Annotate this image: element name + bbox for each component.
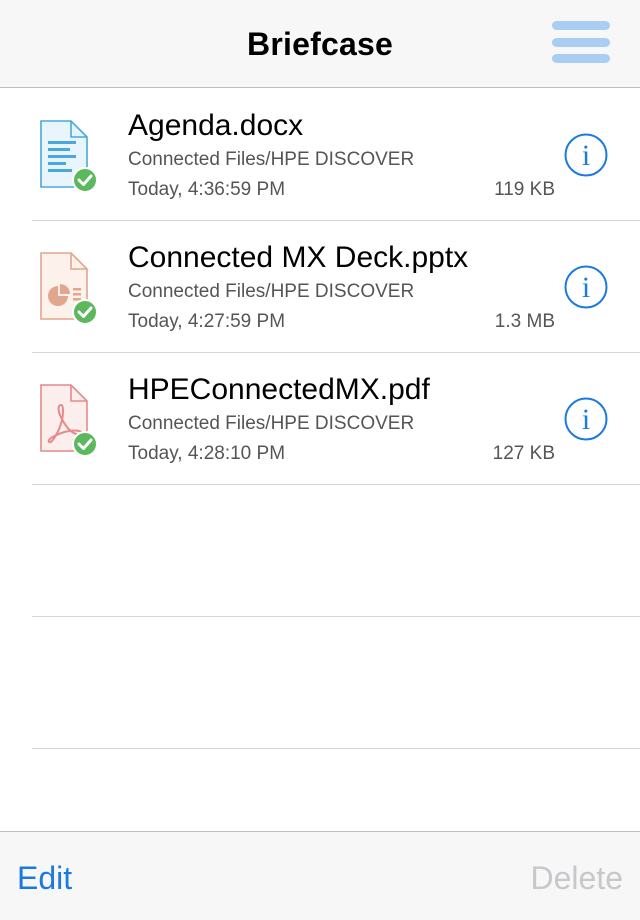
- info-icon[interactable]: i: [564, 265, 608, 309]
- empty-row: [32, 617, 640, 749]
- file-path: Connected Files/HPE DISCOVER: [128, 149, 415, 170]
- svg-text:i: i: [582, 271, 590, 304]
- edit-button[interactable]: Edit: [17, 860, 72, 897]
- file-size: 119 KB: [494, 179, 555, 200]
- file-name: Agenda.docx: [128, 109, 304, 142]
- file-row-connected-mx-deck[interactable]: Connected MX Deck.pptx Connected Files/H…: [32, 221, 640, 353]
- file-size: 1.3 MB: [494, 311, 555, 332]
- file-list: Agenda.docx Connected Files/HPE DISCOVER…: [0, 89, 640, 749]
- synced-check-icon: [72, 167, 98, 193]
- pdf-file-icon: [37, 383, 99, 459]
- info-icon[interactable]: i: [564, 133, 608, 177]
- file-name: HPEConnectedMX.pdf: [128, 373, 430, 406]
- svg-text:i: i: [582, 403, 590, 436]
- briefcase-screen: Briefcase Agenda.docx Connected Files/HP…: [0, 0, 640, 920]
- file-date: Today, 4:27:59 PM: [128, 311, 286, 332]
- docx-file-icon: [37, 119, 99, 195]
- file-name: Connected MX Deck.pptx: [128, 241, 469, 274]
- info-icon[interactable]: i: [564, 397, 608, 441]
- menu-bar: [552, 54, 610, 63]
- svg-text:i: i: [582, 139, 590, 172]
- hamburger-icon[interactable]: [552, 20, 610, 64]
- synced-check-icon: [72, 431, 98, 457]
- file-path: Connected Files/HPE DISCOVER: [128, 413, 415, 434]
- menu-bar: [552, 37, 610, 47]
- empty-row: [32, 485, 640, 617]
- bottom-toolbar: Edit Delete: [0, 831, 640, 920]
- navigation-bar: Briefcase: [0, 0, 640, 88]
- synced-check-icon: [72, 299, 98, 325]
- file-date: Today, 4:36:59 PM: [128, 179, 286, 200]
- file-row-agenda[interactable]: Agenda.docx Connected Files/HPE DISCOVER…: [32, 89, 640, 221]
- delete-button[interactable]: Delete: [531, 860, 624, 897]
- file-row-hpe-connected-mx[interactable]: HPEConnectedMX.pdf Connected Files/HPE D…: [32, 353, 640, 485]
- file-path: Connected Files/HPE DISCOVER: [128, 281, 415, 302]
- file-size: 127 KB: [492, 443, 555, 464]
- file-date: Today, 4:28:10 PM: [128, 443, 286, 464]
- page-title: Briefcase: [247, 26, 393, 62]
- pptx-file-icon: [37, 251, 99, 327]
- menu-bar: [552, 21, 610, 30]
